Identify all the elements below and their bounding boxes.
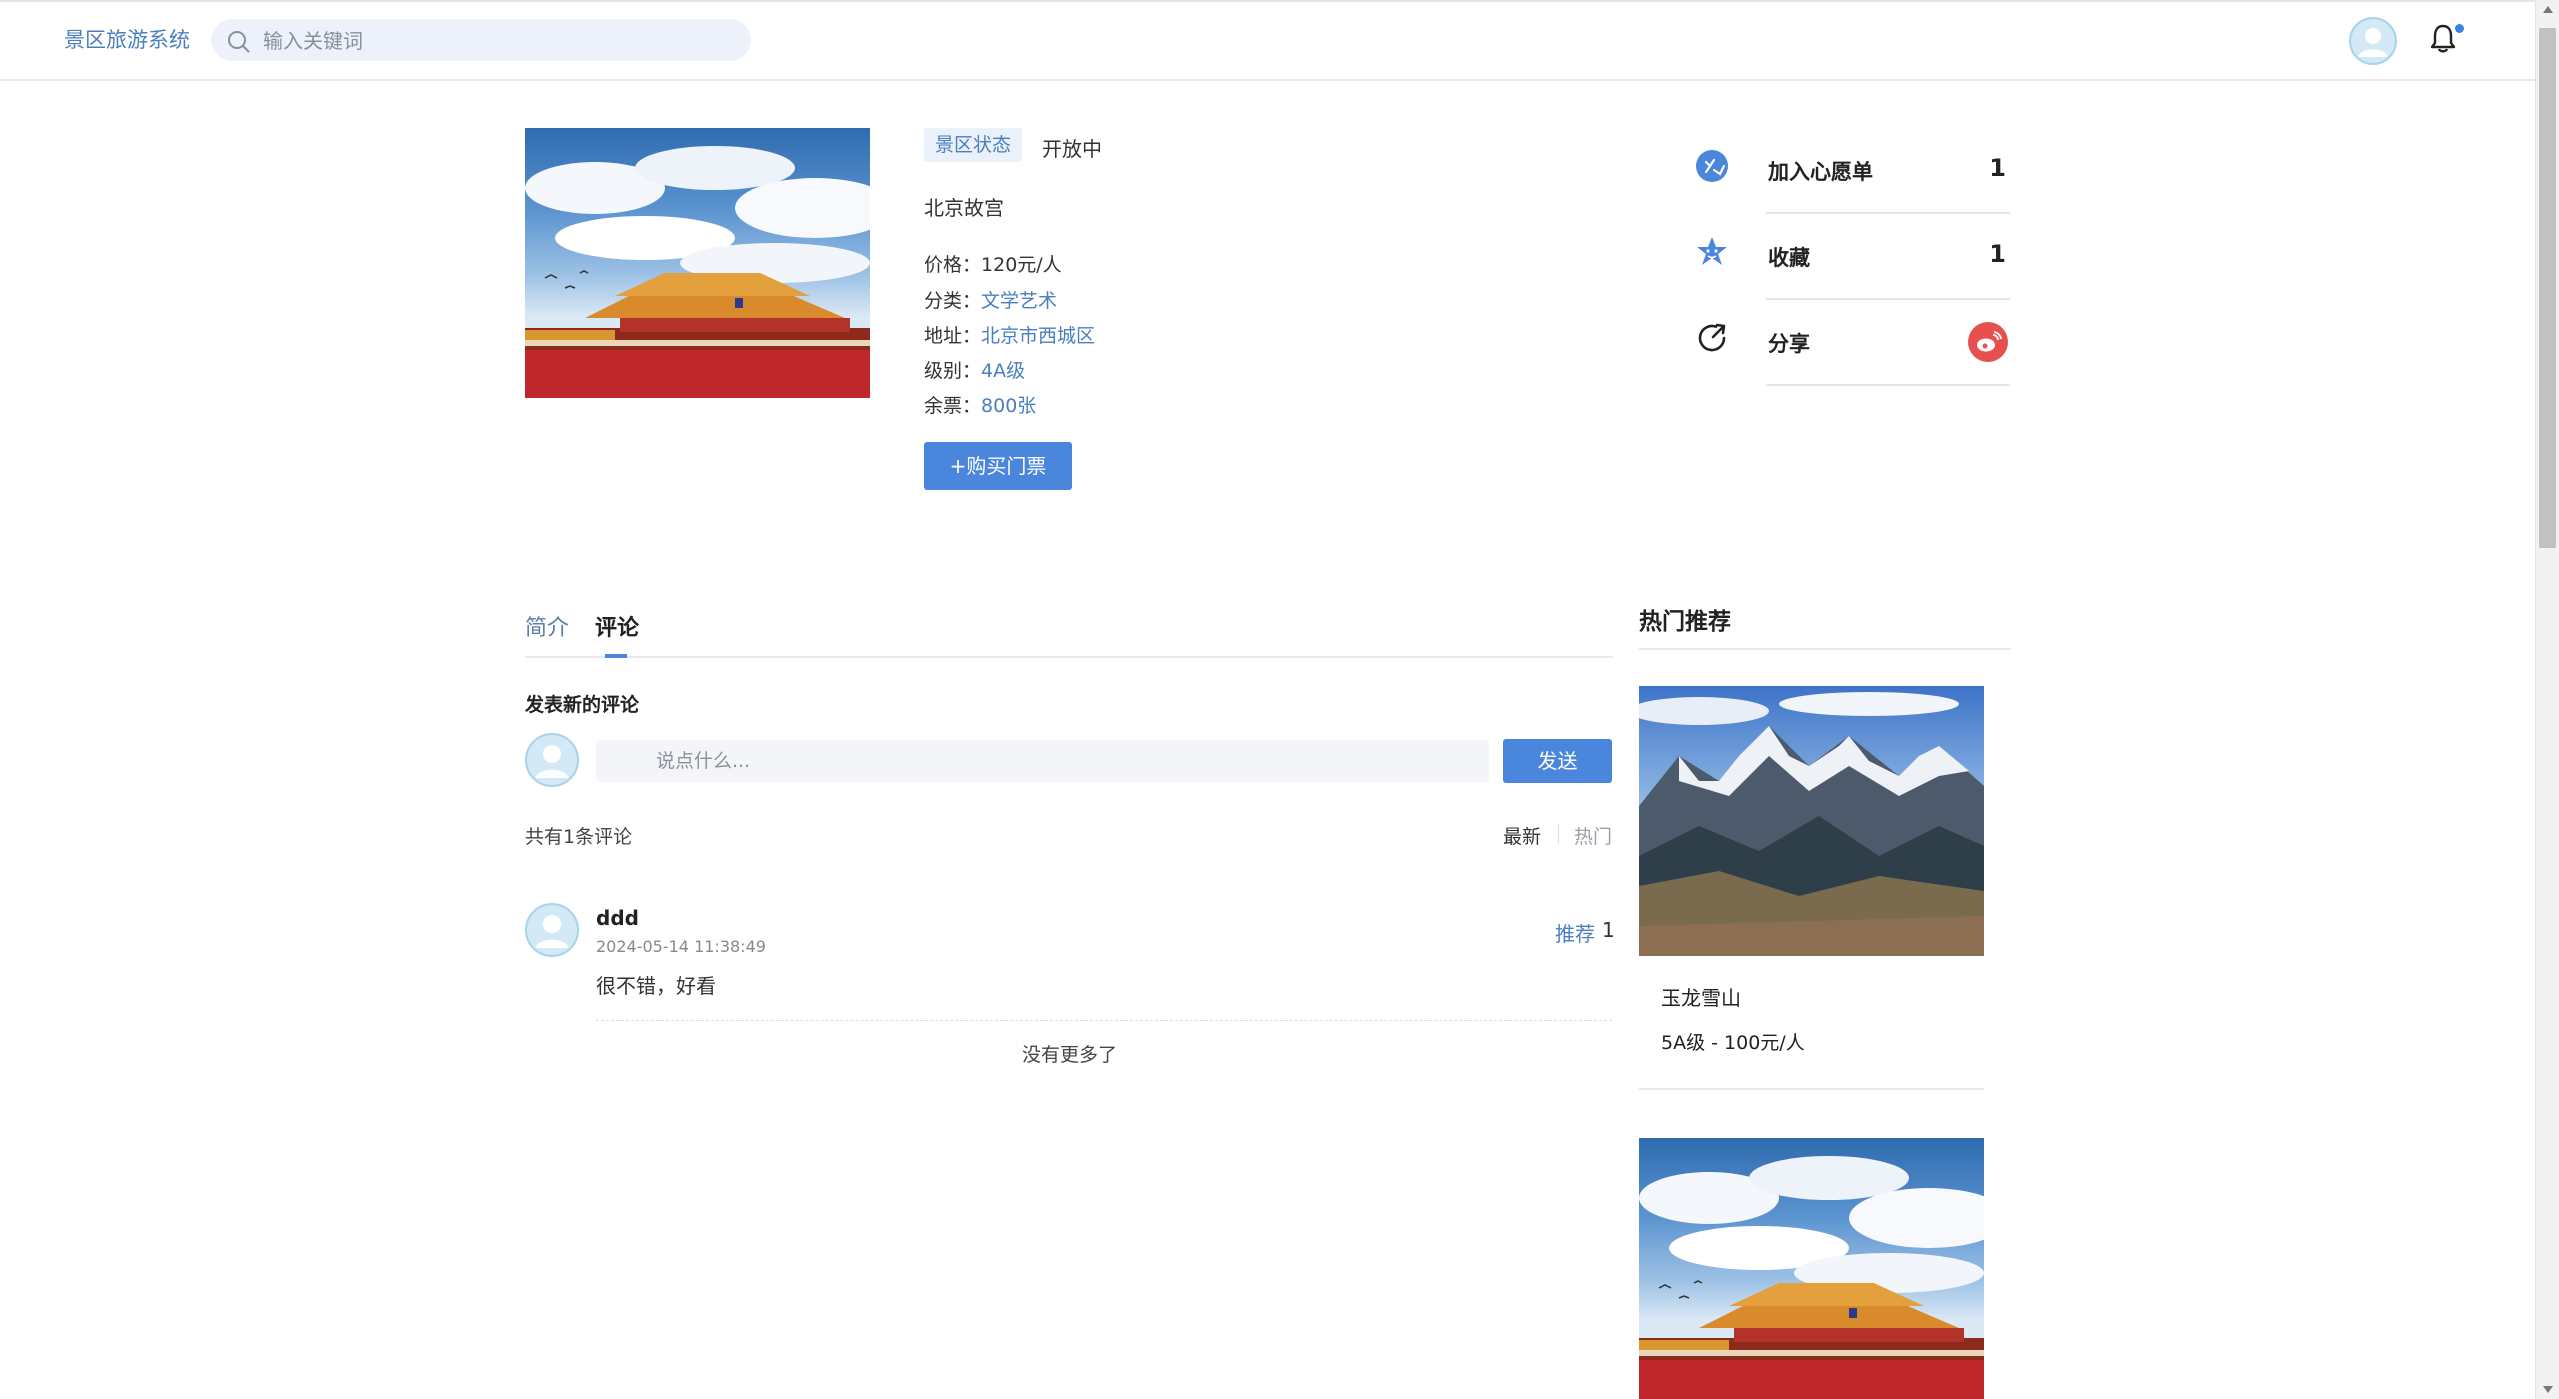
level-label: 级别： [924, 360, 982, 382]
comment-recommend-button[interactable]: 推荐 [1555, 918, 1595, 947]
comment-time: 2024-05-14 11:38:49 [596, 937, 766, 956]
comment-recommend-count: 1 [1602, 918, 1615, 942]
level-value: 4A级 [981, 360, 1026, 382]
hot-item-meta: 5A级 - 100元/人 [1661, 1032, 1805, 1054]
divider [1558, 824, 1559, 844]
buy-ticket-button[interactable]: +购买门票 [924, 442, 1072, 490]
notification-dot [2455, 24, 2464, 33]
favorite-label: 收藏 [1768, 246, 1810, 270]
notification-bell-icon[interactable] [2429, 22, 2457, 54]
tickets-label: 余票： [924, 395, 982, 417]
sort-latest-button[interactable]: 最新 [1503, 822, 1541, 849]
comment-text: 很不错，好看 [596, 974, 716, 998]
status-value: 开放中 [1042, 137, 1102, 161]
search-box[interactable] [211, 19, 751, 61]
divider [1766, 384, 2010, 386]
tickets-value: 800张 [981, 395, 1037, 417]
star-icon [1697, 237, 1727, 265]
category-label: 分类： [924, 290, 982, 312]
wishlist-row[interactable]: 加入心愿单 1 [1694, 128, 2010, 214]
brand-logo-text[interactable]: 景区旅游系统 [64, 24, 190, 54]
share-row[interactable]: 分享 [1694, 300, 2010, 386]
address-value[interactable]: 北京市西城区 [981, 325, 1095, 347]
spot-name: 北京故宫 [924, 196, 1004, 220]
share-label: 分享 [1768, 332, 1810, 356]
comment-username: ddd [596, 906, 639, 930]
wishlist-label: 加入心愿单 [1768, 160, 1873, 184]
search-icon [228, 31, 250, 53]
divider [596, 1020, 1612, 1021]
search-input[interactable] [261, 25, 735, 57]
comment-user-avatar-icon [525, 903, 579, 957]
divider [1639, 1088, 1984, 1090]
scenic-main-image [525, 128, 870, 398]
address-row: 地址：北京市西城区 [924, 321, 1095, 348]
favorite-count: 1 [1989, 240, 2006, 268]
share-icon [1698, 323, 1726, 352]
top-navbar: 景区旅游系统 [0, 0, 2535, 81]
tab-comments[interactable]: 评论 [595, 610, 639, 642]
tab-intro[interactable]: 简介 [525, 610, 569, 642]
weibo-icon[interactable] [1968, 322, 2008, 362]
scroll-thumb[interactable] [2539, 28, 2556, 548]
comment-input[interactable] [596, 740, 1489, 782]
level-row: 级别：4A级 [924, 356, 1025, 383]
wishlist-icon [1696, 150, 1728, 182]
hot-recommend-title: 热门推荐 [1639, 609, 1731, 635]
scroll-down-arrow-icon[interactable] [2543, 1386, 2553, 1393]
hot-item-image[interactable] [1639, 686, 1984, 956]
divider [1639, 648, 2011, 650]
hot-item-name[interactable]: 玉龙雪山 [1661, 982, 1741, 1011]
user-avatar-icon[interactable] [2349, 17, 2397, 65]
wishlist-count: 1 [1989, 154, 2006, 182]
category-value[interactable]: 文学艺术 [981, 290, 1057, 312]
tickets-row: 余票：800张 [924, 391, 1036, 418]
sort-hot-button[interactable]: 热门 [1574, 822, 1612, 849]
address-label: 地址： [924, 325, 982, 347]
commenter-avatar-icon [525, 733, 579, 787]
favorite-row[interactable]: 收藏 1 [1694, 214, 2010, 300]
price-row: 价格：120元/人 [924, 250, 1062, 277]
status-tag: 景区状态 [924, 128, 1023, 162]
hot-item-image[interactable] [1639, 1138, 1984, 1399]
send-comment-button[interactable]: 发送 [1503, 739, 1612, 783]
page-scrollbar[interactable] [2535, 0, 2559, 1399]
no-more-text: 没有更多了 [1022, 1044, 1118, 1066]
active-tab-indicator [605, 654, 627, 658]
detail-tabs: 简介 评论 [525, 610, 1613, 658]
new-comment-title: 发表新的评论 [525, 694, 640, 716]
price-label: 价格： [924, 254, 982, 276]
scroll-up-arrow-icon[interactable] [2543, 6, 2553, 13]
price-value: 120元/人 [981, 254, 1062, 276]
comment-total: 共有1条评论 [525, 826, 633, 848]
category-row: 分类：文学艺术 [924, 286, 1057, 313]
